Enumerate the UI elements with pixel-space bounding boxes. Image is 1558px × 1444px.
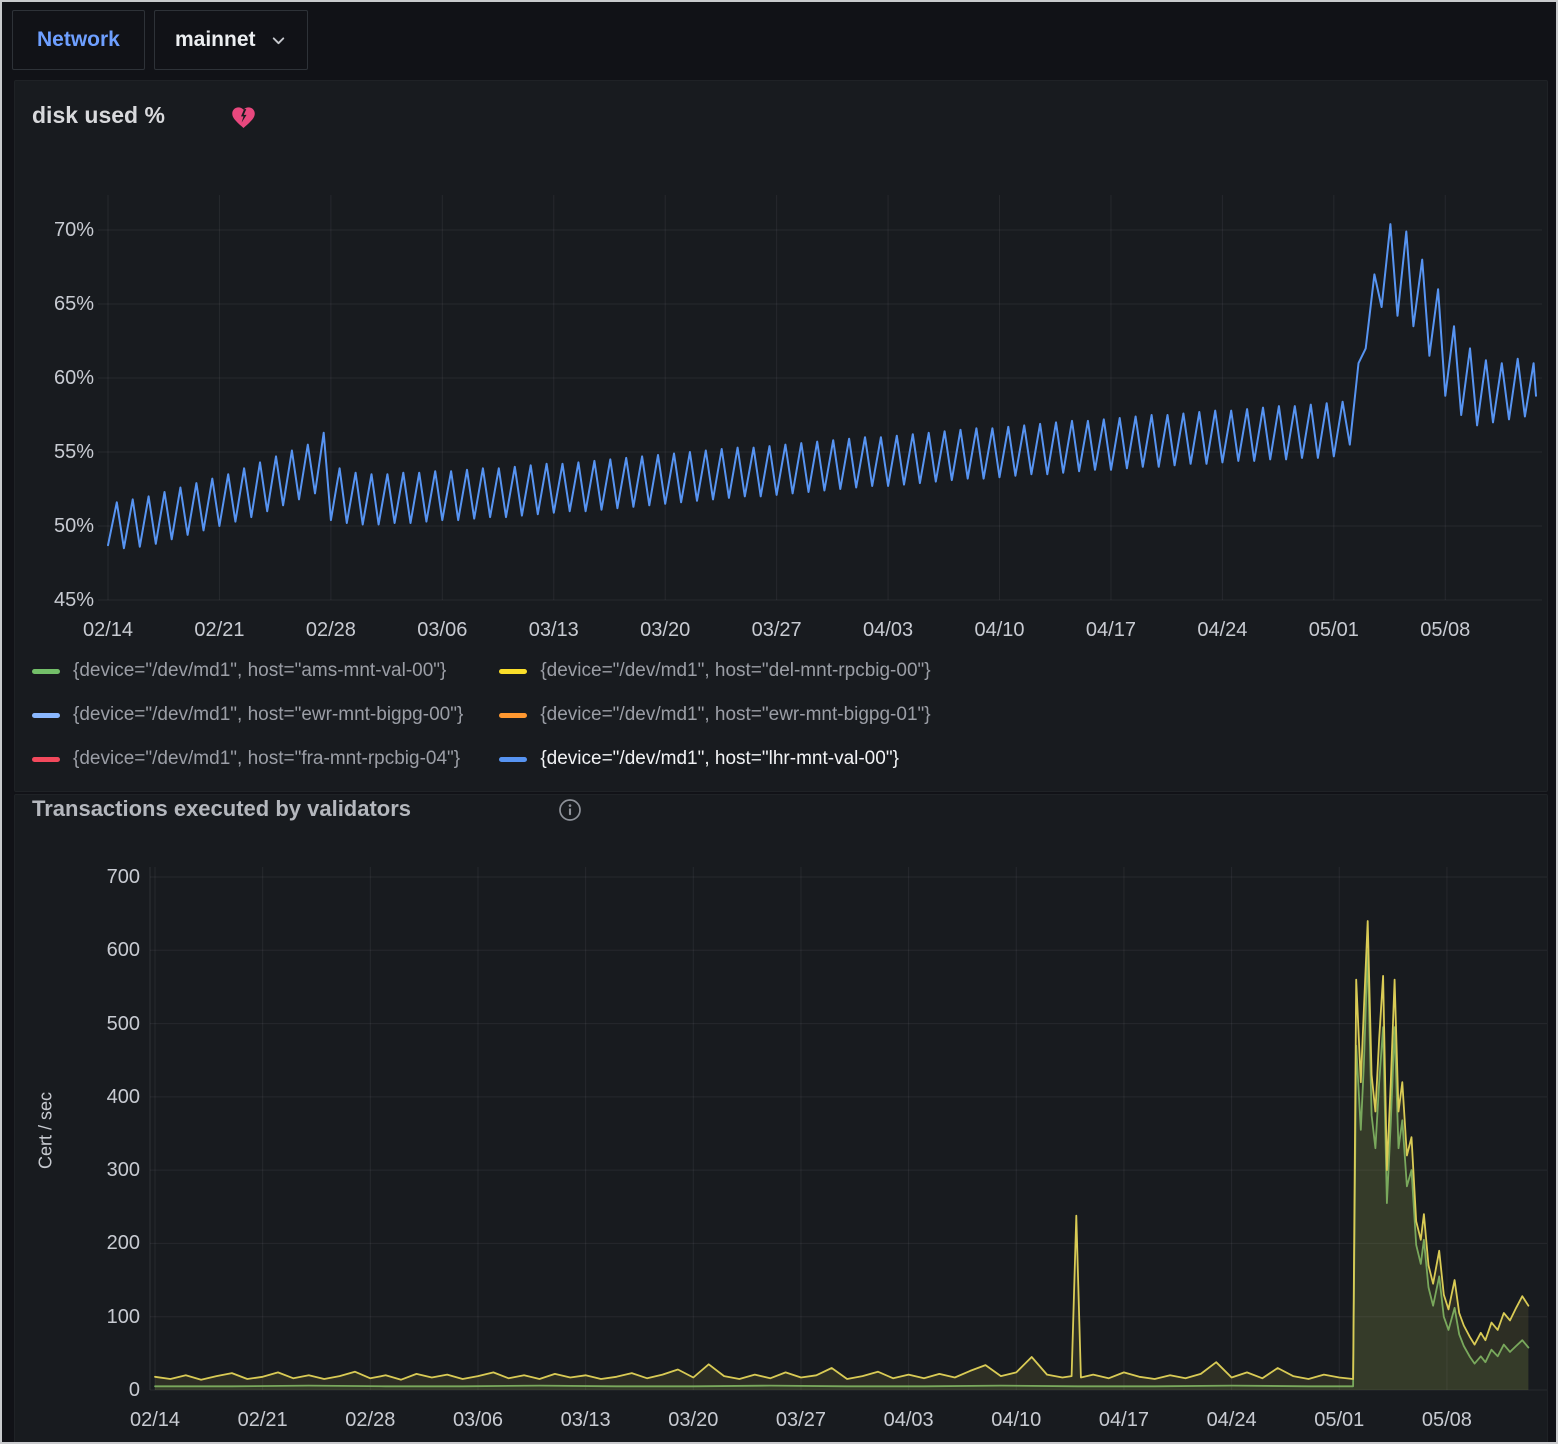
legend-swatch <box>32 713 60 718</box>
p1-x-tick-label: 02/14 <box>63 618 153 642</box>
legend-swatch <box>499 669 527 674</box>
p1-y-tick-label: 45% <box>24 588 94 612</box>
legend-swatch <box>499 713 527 718</box>
legend-label: {device="/dev/md1", host="del-mnt-rpcbig… <box>540 660 930 682</box>
legend-label: {device="/dev/md1", host="lhr-mnt-val-00… <box>540 748 899 770</box>
p1-x-tick-label: 05/08 <box>1400 618 1490 642</box>
legend-item[interactable]: {device="/dev/md1", host="fra-mnt-rpcbig… <box>32 748 463 770</box>
legend-item[interactable]: {device="/dev/md1", host="lhr-mnt-val-00… <box>499 748 930 770</box>
p2-x-tick-label: 03/13 <box>541 1408 631 1432</box>
p2-y-tick-label: 500 <box>68 1012 140 1036</box>
p2-x-tick-label: 04/03 <box>864 1408 954 1432</box>
p2-y-tick-label: 300 <box>68 1158 140 1182</box>
p1-y-tick-label: 55% <box>24 440 94 464</box>
legend-swatch <box>32 669 60 674</box>
panel2-title[interactable]: Transactions executed by validators <box>32 796 411 822</box>
p2-x-tick-label: 04/10 <box>971 1408 1061 1432</box>
p2-y-tick-label: 700 <box>68 865 140 889</box>
p1-y-tick-label: 50% <box>24 514 94 538</box>
legend-item[interactable]: {device="/dev/md1", host="del-mnt-rpcbig… <box>499 660 930 682</box>
variable-value-text: mainnet <box>175 28 256 52</box>
info-circle-icon[interactable] <box>558 798 582 827</box>
p2-x-tick-label: 03/06 <box>433 1408 523 1432</box>
legend-label: {device="/dev/md1", host="ewr-mnt-bigpg-… <box>73 704 463 726</box>
variable-label-text: Network <box>37 28 120 52</box>
p2-y-tick-label: 0 <box>68 1378 140 1402</box>
p1-x-tick-label: 03/13 <box>509 618 599 642</box>
grafana-dashboard: Network mainnet disk used % {device="/de… <box>0 0 1558 1444</box>
panel1-title[interactable]: disk used % <box>32 102 165 129</box>
variable-network-select[interactable]: mainnet <box>154 10 308 70</box>
p1-y-tick-label: 60% <box>24 366 94 390</box>
chevron-down-icon <box>270 32 287 49</box>
p1-x-tick-label: 04/17 <box>1066 618 1156 642</box>
p2-y-tick-label: 600 <box>68 938 140 962</box>
p2-y-tick-label: 400 <box>68 1085 140 1109</box>
p1-x-tick-label: 03/27 <box>732 618 822 642</box>
panel2-plot-area[interactable] <box>150 867 1547 1390</box>
p1-x-tick-label: 04/10 <box>955 618 1045 642</box>
p2-x-tick-label: 04/17 <box>1079 1408 1169 1432</box>
p1-x-tick-label: 03/20 <box>620 618 710 642</box>
legend-item[interactable]: {device="/dev/md1", host="ewr-mnt-bigpg-… <box>32 704 463 726</box>
p2-x-tick-label: 03/20 <box>648 1408 738 1432</box>
p1-y-tick-label: 65% <box>24 292 94 316</box>
p2-y-tick-label: 100 <box>68 1305 140 1329</box>
panel2-y-axis-label: Cert / sec <box>36 981 57 1281</box>
p1-x-tick-label: 02/28 <box>286 618 376 642</box>
p2-y-tick-label: 200 <box>68 1231 140 1255</box>
p1-y-tick-label: 70% <box>24 218 94 242</box>
p1-x-tick-label: 02/21 <box>174 618 264 642</box>
p2-x-tick-label: 02/14 <box>110 1408 200 1432</box>
broken-heart-icon <box>230 104 257 136</box>
p1-x-tick-label: 05/01 <box>1289 618 1379 642</box>
p2-x-tick-label: 02/21 <box>218 1408 308 1432</box>
p1-x-tick-label: 04/24 <box>1177 618 1267 642</box>
chart-legend: {device="/dev/md1", host="ams-mnt-val-00… <box>32 660 931 770</box>
p2-x-tick-label: 05/01 <box>1294 1408 1384 1432</box>
legend-swatch <box>32 757 60 762</box>
legend-label: {device="/dev/md1", host="fra-mnt-rpcbig… <box>73 748 460 770</box>
legend-swatch <box>499 757 527 762</box>
p2-x-tick-label: 05/08 <box>1402 1408 1492 1432</box>
legend-label: {device="/dev/md1", host="ams-mnt-val-00… <box>73 660 446 682</box>
legend-item[interactable]: {device="/dev/md1", host="ams-mnt-val-00… <box>32 660 463 682</box>
p1-x-tick-label: 04/03 <box>843 618 933 642</box>
p2-x-tick-label: 02/28 <box>325 1408 415 1432</box>
p1-x-tick-label: 03/06 <box>397 618 487 642</box>
p2-x-tick-label: 04/24 <box>1187 1408 1277 1432</box>
panel1-plot-area[interactable] <box>98 195 1542 615</box>
legend-item[interactable]: {device="/dev/md1", host="ewr-mnt-bigpg-… <box>499 704 930 726</box>
p2-x-tick-label: 03/27 <box>756 1408 846 1432</box>
variable-network-label: Network <box>12 10 145 70</box>
legend-label: {device="/dev/md1", host="ewr-mnt-bigpg-… <box>540 704 930 726</box>
